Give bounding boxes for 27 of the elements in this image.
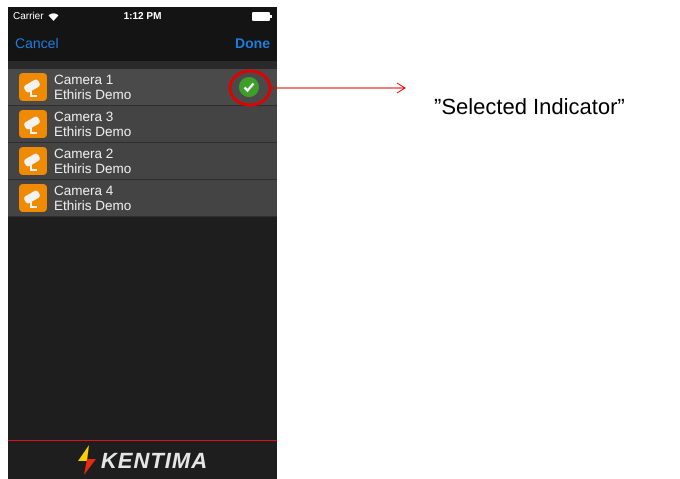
done-button[interactable]: Done <box>235 33 270 54</box>
camera-row[interactable]: Camera 2 Ethiris Demo <box>8 143 277 180</box>
camera-row[interactable]: Camera 4 Ethiris Demo <box>8 180 277 217</box>
camera-row[interactable]: Camera 1 Ethiris Demo <box>8 69 277 106</box>
highlight-circle <box>228 69 272 107</box>
logo-text: KENTIMA <box>100 446 208 474</box>
camera-subtitle: Ethiris Demo <box>54 87 132 102</box>
camera-icon <box>19 184 47 212</box>
camera-name: Camera 4 <box>54 183 114 198</box>
cancel-button[interactable]: Cancel <box>15 33 59 54</box>
camera-icon <box>19 73 47 101</box>
camera-subtitle: Ethiris Demo <box>54 124 132 139</box>
battery-icon <box>252 12 272 21</box>
camera-name: Camera 3 <box>54 109 114 124</box>
carrier-label: Carrier <box>13 10 44 24</box>
camera-name: Camera 2 <box>54 146 114 161</box>
wifi-icon <box>48 12 59 20</box>
camera-subtitle: Ethiris Demo <box>54 198 132 213</box>
lightning-bolt-icon <box>76 445 97 475</box>
camera-subtitle: Ethiris Demo <box>54 161 132 176</box>
status-time: 1:12 PM <box>124 10 162 24</box>
camera-row[interactable]: Camera 3 Ethiris Demo <box>8 106 277 143</box>
camera-name: Camera 1 <box>54 72 114 87</box>
camera-icon <box>19 147 47 175</box>
checkmark-icon <box>239 77 259 97</box>
camera-icon <box>19 110 47 138</box>
annotation-label: ”Selected Indicator” <box>434 93 625 121</box>
